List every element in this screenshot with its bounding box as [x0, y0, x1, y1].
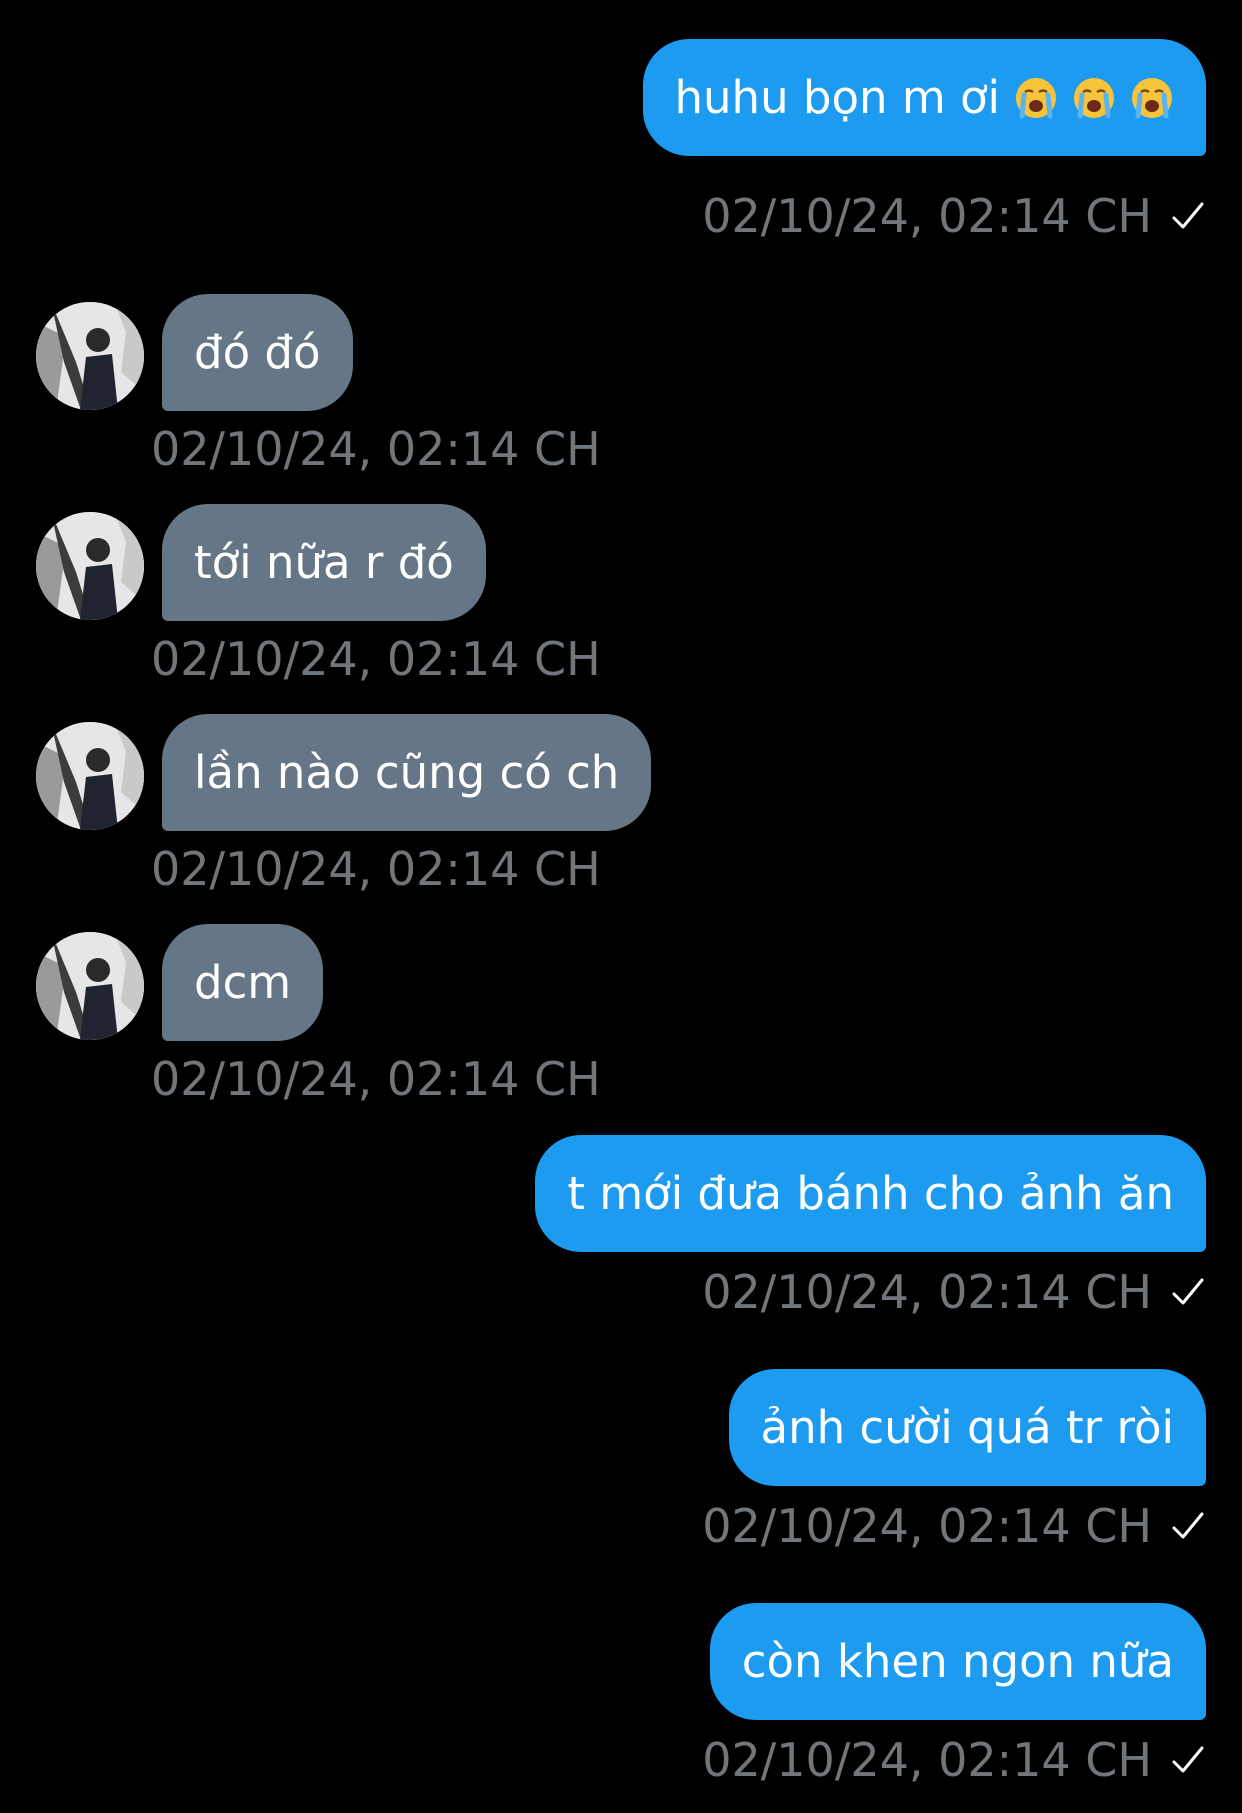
loudly-crying-face-icon [1014, 76, 1058, 120]
sent-check-icon [1170, 196, 1206, 236]
incoming-message-bubble[interactable]: dcm [162, 924, 324, 1041]
message-text: t mới đưa bánh cho ảnh ăn [567, 1167, 1174, 1220]
message-timestamp: 02/10/24, 02:14 CH [702, 1265, 1206, 1319]
message-text: huhu bọn m ơi [674, 71, 1000, 124]
avatar[interactable] [36, 932, 144, 1040]
message-timestamp: 02/10/24, 02:14 CH [702, 1499, 1206, 1553]
timestamp-text: 02/10/24, 02:14 CH [702, 1733, 1152, 1787]
timestamp-text: 02/10/24, 02:14 CH [151, 842, 601, 896]
timestamp-text: 02/10/24, 02:14 CH [151, 1052, 601, 1106]
outgoing-message-bubble[interactable]: ảnh cười quá tr ròi [728, 1369, 1206, 1486]
outgoing-message-bubble[interactable]: còn khen ngon nữa [709, 1603, 1206, 1720]
avatar[interactable] [36, 722, 144, 830]
message-timestamp: 02/10/24, 02:14 CH [702, 1733, 1206, 1787]
loudly-crying-face-icon [1130, 76, 1174, 120]
message-timestamp: 02/10/24, 02:14 CH [151, 842, 601, 896]
incoming-message-bubble[interactable]: đó đó [162, 294, 353, 411]
incoming-message-bubble[interactable]: lần nào cũng có ch [162, 714, 652, 831]
incoming-message-bubble[interactable]: tới nữa r đó [162, 504, 486, 621]
message-text: đó đó [194, 326, 321, 379]
message-text: còn khen ngon nữa [741, 1635, 1174, 1688]
avatar[interactable] [36, 512, 144, 620]
timestamp-text: 02/10/24, 02:14 CH [702, 1265, 1152, 1319]
timestamp-text: 02/10/24, 02:14 CH [151, 422, 601, 476]
outgoing-message-bubble[interactable]: t mới đưa bánh cho ảnh ăn [535, 1135, 1206, 1252]
timestamp-text: 02/10/24, 02:14 CH [702, 1499, 1152, 1553]
timestamp-text: 02/10/24, 02:14 CH [702, 189, 1152, 243]
timestamp-text: 02/10/24, 02:14 CH [151, 632, 601, 686]
sent-check-icon [1170, 1272, 1206, 1312]
message-timestamp: 02/10/24, 02:14 CH [151, 632, 601, 686]
message-text: lần nào cũng có ch [194, 746, 620, 799]
message-timestamp: 02/10/24, 02:14 CH [151, 422, 601, 476]
outgoing-message-bubble[interactable]: huhu bọn m ơi [642, 39, 1206, 156]
message-text: dcm [194, 956, 292, 1009]
avatar[interactable] [36, 302, 144, 410]
message-timestamp: 02/10/24, 02:14 CH [702, 189, 1206, 243]
message-text: ảnh cười quá tr ròi [760, 1401, 1174, 1454]
loudly-crying-face-icon [1072, 76, 1116, 120]
message-timestamp: 02/10/24, 02:14 CH [151, 1052, 601, 1106]
message-text: tới nữa r đó [194, 536, 454, 589]
sent-check-icon [1170, 1506, 1206, 1546]
sent-check-icon [1170, 1740, 1206, 1780]
